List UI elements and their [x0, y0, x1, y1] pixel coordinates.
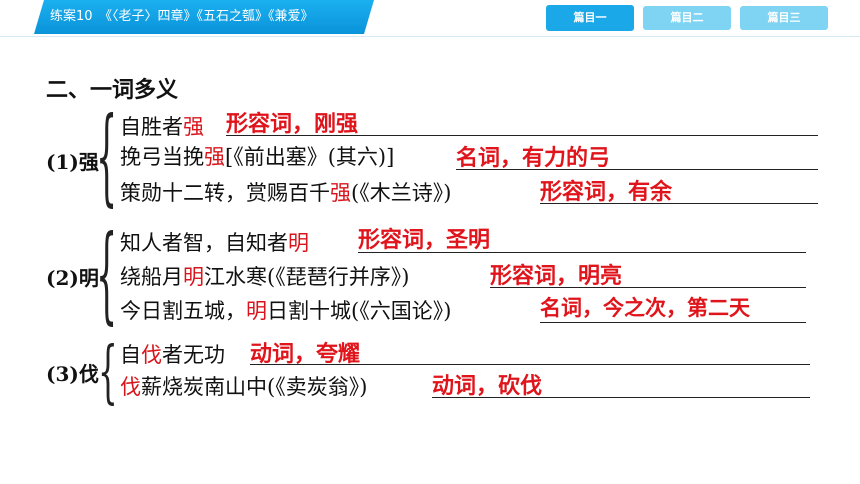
- key-char: 明: [183, 265, 204, 289]
- key-char: 明: [288, 231, 309, 255]
- answer-2-1: 形容词，圣明: [358, 228, 491, 253]
- group-label-ming: (2)明: [46, 266, 99, 290]
- item-text: 今日割五城，: [120, 299, 246, 323]
- answer-underline: [540, 203, 818, 204]
- answer-underline: [432, 397, 810, 398]
- item-text: 策勋十二转，赏赐百千: [120, 181, 330, 205]
- item-3-1: 自伐者无功: [120, 340, 225, 370]
- group-label-qiang: (1)强: [46, 150, 99, 174]
- item-1-2: 挽弓当挽强[《前出塞》(其六)]: [120, 142, 394, 172]
- answer-underline: [540, 322, 806, 323]
- item-2-1: 知人者智，自知者明: [120, 228, 309, 258]
- brace-group-2: {: [96, 213, 118, 336]
- item-text: 挽弓当挽: [120, 145, 204, 169]
- key-char: 强: [204, 145, 225, 169]
- nav-tab-1[interactable]: 篇目一: [546, 5, 634, 31]
- item-text: 自胜者: [120, 115, 183, 139]
- key-char: 伐: [120, 375, 141, 399]
- group-label-fa: (3)伐: [46, 362, 99, 386]
- item-text: 自: [120, 343, 141, 367]
- item-source: 薪烧炭南山中(《卖炭翁》): [141, 375, 368, 399]
- item-text: 知人者智，自知者: [120, 231, 288, 255]
- top-bar: 练案10 《〈老子〉四章》《五石之瓠》《兼爱》 篇目一 篇目二 篇目三: [0, 0, 860, 37]
- item-source: 者无功: [162, 343, 225, 367]
- answer-3-2: 动词，砍伐: [432, 374, 543, 399]
- item-source: 日割十城(《六国论》): [267, 299, 452, 323]
- answer-1-2: 名词，有力的弓: [456, 146, 611, 171]
- key-char: 伐: [141, 343, 162, 367]
- nav-tab-3[interactable]: 篇目三: [740, 6, 828, 30]
- answer-2-2: 形容词，明亮: [490, 264, 623, 289]
- answer-1-1: 形容词，刚强: [226, 112, 359, 137]
- key-char: 强: [183, 115, 204, 139]
- item-2-3: 今日割五城，明日割十城(《六国论》): [120, 296, 451, 326]
- item-1-1: 自胜者强: [120, 112, 204, 142]
- brace-group-1: {: [96, 95, 118, 218]
- item-1-3: 策勋十二转，赏赐百千强(《木兰诗》): [120, 178, 451, 208]
- item-source: (《木兰诗》): [351, 181, 452, 205]
- item-2-2: 绕船月明江水寒(《琵琶行并序》): [120, 262, 409, 292]
- answer-underline: [456, 169, 818, 170]
- answer-underline: [358, 252, 806, 253]
- answer-underline: [226, 135, 818, 136]
- item-3-2: 伐薪烧炭南山中(《卖炭翁》): [120, 372, 367, 402]
- item-source: 江水寒(《琵琶行并序》): [204, 265, 410, 289]
- item-source: [《前出塞》(其六)]: [225, 145, 395, 169]
- item-text: 绕船月: [120, 265, 183, 289]
- answer-underline: [490, 287, 806, 288]
- key-char: 强: [330, 181, 351, 205]
- brace-group-3: {: [98, 332, 118, 412]
- answer-2-3: 名词，今之次，第二天: [540, 296, 750, 320]
- nav-tab-2[interactable]: 篇目二: [643, 6, 731, 30]
- document-title: 练案10 《〈老子〉四章》《五石之瓠》《兼爱》: [50, 9, 314, 24]
- answer-1-3: 形容词，有余: [540, 180, 673, 205]
- key-char: 明: [246, 299, 267, 323]
- answer-underline: [250, 364, 810, 365]
